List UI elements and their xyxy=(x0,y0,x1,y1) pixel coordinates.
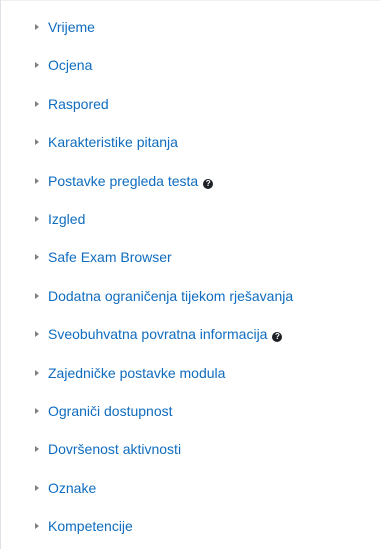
section-karakteristike-pitanja[interactable]: Karakteristike pitanja xyxy=(0,133,380,171)
top-border xyxy=(1,0,380,1)
section-label[interactable]: Dodatna ograničenja tijekom rješavanja xyxy=(48,287,293,306)
caret-right-icon xyxy=(35,24,39,30)
section-label[interactable]: Kompetencije xyxy=(48,517,133,536)
caret-right-icon xyxy=(35,523,39,530)
caret-right-icon xyxy=(35,139,39,146)
question-circle-icon[interactable]: ? xyxy=(272,332,283,343)
section-label[interactable]: Safe Exam Browser xyxy=(48,248,172,267)
section-zajednicke-postavke-modula[interactable]: Zajedničke postavke modula xyxy=(0,364,380,402)
caret-right-icon xyxy=(35,62,39,69)
caret-right-icon xyxy=(35,369,39,376)
section-label[interactable]: Sveobuhvatna povratna informacija xyxy=(48,325,267,344)
section-label[interactable]: Oznake xyxy=(48,479,96,498)
caret-right-icon xyxy=(35,407,39,414)
caret-right-icon xyxy=(35,292,39,299)
section-safe-exam-browser[interactable]: Safe Exam Browser xyxy=(0,248,380,286)
settings-section-list: Vrijeme Ocjena Raspored Karakteristike p… xyxy=(0,18,380,555)
section-label[interactable]: Dovršenost aktivnosti xyxy=(48,440,181,459)
caret-right-icon xyxy=(35,215,39,222)
section-dodatna-ogranicenja[interactable]: Dodatna ograničenja tijekom rješavanja xyxy=(0,287,380,325)
section-label[interactable]: Karakteristike pitanja xyxy=(48,133,178,152)
section-label[interactable]: Ocjena xyxy=(48,56,92,75)
section-raspored[interactable]: Raspored xyxy=(0,95,380,133)
section-postavke-pregleda-testa[interactable]: Postavke pregleda testa ? xyxy=(0,172,380,210)
caret-right-icon xyxy=(35,331,39,338)
caret-right-icon xyxy=(35,254,39,261)
caret-right-icon xyxy=(35,177,39,184)
section-label[interactable]: Vrijeme xyxy=(48,18,95,37)
section-izgled[interactable]: Izgled xyxy=(0,210,380,248)
question-circle-icon[interactable]: ? xyxy=(203,178,214,189)
section-label[interactable]: Raspored xyxy=(48,95,109,114)
section-label[interactable]: Zajedničke postavke modula xyxy=(48,364,225,383)
section-ograniči-dostupnost[interactable]: Ograniči dostupnost xyxy=(0,402,380,440)
section-label[interactable]: Postavke pregleda testa xyxy=(48,172,198,191)
section-dovrsenost-aktivnosti[interactable]: Dovršenost aktivnosti xyxy=(0,440,380,478)
section-ocjena[interactable]: Ocjena xyxy=(0,56,380,94)
section-oznake[interactable]: Oznake xyxy=(0,479,380,517)
section-label[interactable]: Izgled xyxy=(48,210,85,229)
caret-right-icon xyxy=(35,484,39,491)
section-kompetencije[interactable]: Kompetencije xyxy=(0,517,380,555)
section-label[interactable]: Ograniči dostupnost xyxy=(48,402,173,421)
caret-right-icon xyxy=(35,100,39,107)
caret-right-icon xyxy=(35,446,39,453)
section-vrijeme[interactable]: Vrijeme xyxy=(0,18,380,56)
section-sveobuhvatna-povratna-informacija[interactable]: Sveobuhvatna povratna informacija ? xyxy=(0,325,380,363)
